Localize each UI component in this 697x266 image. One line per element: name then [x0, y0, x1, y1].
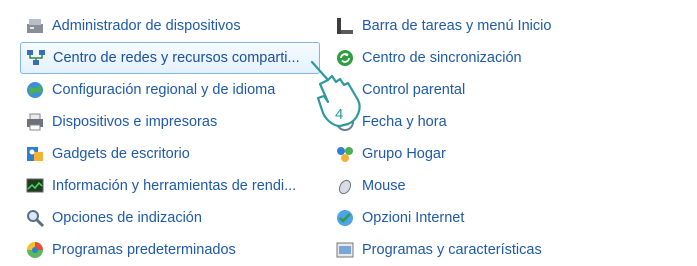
item-label: Dispositivos e impresoras [52, 114, 218, 130]
item-region-language[interactable]: Configuración regional y de idioma [20, 74, 320, 106]
item-sync-center[interactable]: Centro de sincronización [330, 42, 690, 74]
item-label: Barra de tareas y menú Inicio [362, 18, 552, 34]
step-number-badge: 4 [335, 106, 344, 123]
item-device-manager[interactable]: Administrador de dispositivos [20, 10, 320, 42]
item-devices-printers[interactable]: Dispositivos e impresoras [20, 106, 320, 138]
item-label: Programas predeterminados [52, 242, 236, 258]
programs-features-icon [334, 239, 356, 261]
performance-icon [24, 175, 46, 197]
item-label: Información y herramientas de rendi... [52, 178, 297, 194]
item-programs-features[interactable]: Programas y características [330, 234, 690, 266]
mouse-icon [334, 175, 356, 197]
internet-options-icon [334, 207, 356, 229]
item-homegroup[interactable]: Grupo Hogar [330, 138, 690, 170]
item-date-time[interactable]: Fecha y hora [330, 106, 690, 138]
homegroup-icon [334, 143, 356, 165]
item-taskbar-start[interactable]: Barra de tareas y menú Inicio [330, 10, 690, 42]
item-mouse[interactable]: Mouse [330, 170, 690, 202]
taskbar-icon [334, 15, 356, 37]
item-label: Programas y características [362, 242, 542, 258]
item-label: Configuración regional y de idioma [52, 82, 276, 98]
item-desktop-gadgets[interactable]: Gadgets de escritorio [20, 138, 320, 170]
item-network-center[interactable]: Centro de redes y recursos comparti... [20, 42, 320, 74]
item-label: Opciones de indización [52, 210, 202, 226]
default-programs-icon [24, 239, 46, 261]
item-indexing-options[interactable]: Opciones de indización [20, 202, 320, 234]
indexing-icon [24, 207, 46, 229]
item-label: Opzioni Internet [362, 210, 465, 226]
region-language-icon [24, 79, 46, 101]
control-panel: Administrador de dispositivos Centro de … [0, 0, 697, 260]
network-center-icon [25, 47, 47, 69]
device-manager-icon [24, 15, 46, 37]
item-label: Administrador de dispositivos [52, 18, 241, 34]
item-label: Centro de sincronización [362, 50, 522, 66]
item-default-programs[interactable]: Programas predeterminados [20, 234, 320, 266]
item-label: Grupo Hogar [362, 146, 446, 162]
left-column: Administrador de dispositivos Centro de … [20, 10, 320, 266]
item-internet-options[interactable]: Opzioni Internet [330, 202, 690, 234]
item-performance-tools[interactable]: Información y herramientas de rendi... [20, 170, 320, 202]
item-label: Control parental [362, 82, 466, 98]
item-parental-control[interactable]: Control parental [330, 74, 690, 106]
item-label: Gadgets de escritorio [52, 146, 190, 162]
printer-icon [24, 111, 46, 133]
right-column: Barra de tareas y menú Inicio Centro de … [330, 10, 690, 266]
gadgets-icon [24, 143, 46, 165]
item-label: Mouse [362, 178, 406, 194]
item-label: Centro de redes y recursos comparti... [53, 50, 300, 66]
